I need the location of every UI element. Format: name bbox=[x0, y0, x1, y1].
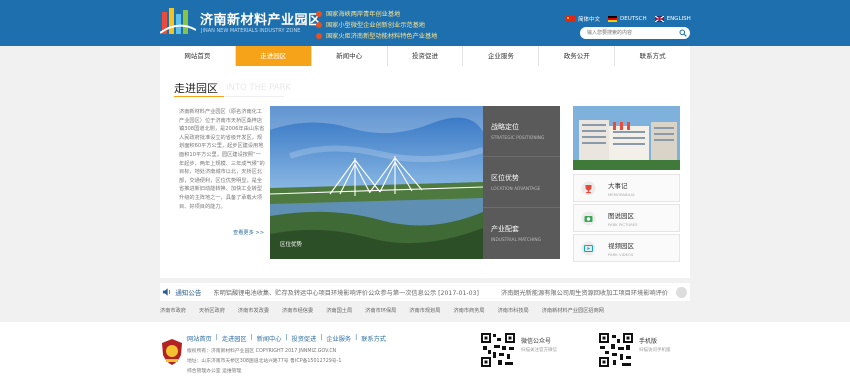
footer-separator: | bbox=[215, 334, 218, 341]
park-thumbnail[interactable] bbox=[573, 106, 680, 170]
search-input[interactable] bbox=[580, 27, 690, 39]
nav-into-park[interactable]: 走进园区 bbox=[235, 46, 312, 66]
brand-name-en: JINAN NEW MATERIALS INDUSTRY ZONE bbox=[201, 28, 301, 34]
slogan-item: 国家海峡两岸青年创业基地 bbox=[316, 8, 437, 19]
bullet-icon bbox=[316, 32, 322, 39]
footer-link[interactable]: 网站首页 bbox=[187, 334, 212, 343]
friend-link[interactable]: 济南市发改委 bbox=[238, 307, 269, 314]
tab-location-advantage[interactable]: 区位优势 LOCATION ADVANTAGE bbox=[483, 157, 560, 208]
tab-industrial-matching[interactable]: 产业配套 INDUSTRIAL MATCHING bbox=[483, 208, 560, 259]
intro-tabs: 战略定位 STRATEGIC POSITIONING 区位优势 LOCATION… bbox=[483, 106, 560, 259]
speaker-icon bbox=[162, 288, 171, 296]
nav-government[interactable]: 政务公开 bbox=[539, 46, 616, 66]
quick-links: 大事记 MEMORABILIA 图说园区 PARK PICTURES 视频园区 PAR… bbox=[573, 174, 680, 264]
friend-link[interactable]: 天桥区政府 bbox=[199, 307, 225, 314]
trophy-icon bbox=[581, 181, 596, 195]
footer-separator: | bbox=[285, 334, 288, 341]
card-park-pictures[interactable]: 图说园区 PARK PICTURES bbox=[573, 204, 680, 232]
friend-link[interactable]: 济南市商务局 bbox=[453, 307, 484, 314]
notice-item[interactable]: 济南朗光新能源有限公司周生资源回收加工项目环境影响评价 bbox=[501, 288, 668, 297]
more-link[interactable]: 查看更多 >> bbox=[233, 229, 264, 236]
camera-icon bbox=[581, 211, 596, 225]
footer-separator: | bbox=[355, 334, 358, 341]
friend-link[interactable]: 济南国土局 bbox=[326, 307, 352, 314]
footer-nav: 网站首页 | 走进园区 | 新闻中心 | 投资促进 | 企业服务 | 联系方式 bbox=[187, 334, 390, 343]
nav-contact[interactable]: 联系方式 bbox=[615, 46, 690, 66]
friend-link[interactable]: 济南市政府 bbox=[160, 307, 186, 314]
slogan-item: 国家火炬济南新型功能材料特色产业基地 bbox=[316, 30, 437, 41]
card-park-videos[interactable]: 视频园区 PARK VIDEOS bbox=[573, 234, 680, 262]
footer-separator: | bbox=[250, 334, 253, 341]
bullet-icon bbox=[316, 10, 322, 17]
search-icon[interactable] bbox=[679, 29, 687, 37]
nav-investment[interactable]: 投资促进 bbox=[388, 46, 464, 66]
site-footer: 网站首页 | 走进园区 | 新闻中心 | 投资促进 | 企业服务 | 联系方式 … bbox=[0, 322, 850, 379]
germany-flag-icon bbox=[608, 16, 618, 22]
nav-home[interactable]: 网站首页 bbox=[160, 46, 236, 66]
site-header: 济南新材料产业园区 JINAN NEW MATERIALS INDUSTRY Z… bbox=[0, 0, 850, 46]
footer-admin: 综合管理办公室 运维管理 bbox=[187, 369, 242, 374]
into-park-section: 走进园区 INTO THE PARK 济南新材料产业园区（原名济南化工产业园区）… bbox=[160, 66, 690, 278]
video-icon bbox=[581, 241, 596, 255]
card-memorabilia[interactable]: 大事记 MEMORABILIA bbox=[573, 174, 680, 202]
slogan-list: 国家海峡两岸青年创业基地 国家小型微型企业创新创业示范基地 国家火炬济南新型功能… bbox=[316, 8, 437, 41]
slogan-item: 国家小型微型企业创新创业示范基地 bbox=[316, 19, 437, 30]
brand-name[interactable]: 济南新材料产业园区 bbox=[200, 9, 322, 28]
wechat-qr-title: 微信公众号 bbox=[521, 338, 552, 345]
notice-label: 通知公告 bbox=[175, 289, 202, 297]
footer-link[interactable]: 新闻中心 bbox=[257, 334, 282, 343]
friend-links: 济南市政府 天桥区政府 济南市发改委 济南市经信委 济南国土局 济南市环保局 济… bbox=[160, 307, 690, 314]
lang-german[interactable]: DEUTSCH bbox=[608, 15, 647, 23]
footer-separator: | bbox=[320, 334, 323, 341]
mobile-qr-subtitle: 扫描访问手机版 bbox=[639, 348, 671, 353]
section-title: 走进园区 bbox=[174, 82, 218, 95]
footer-link[interactable]: 走进园区 bbox=[222, 334, 247, 343]
notice-scroll-button[interactable] bbox=[676, 287, 687, 298]
lang-english[interactable]: ENGLISH bbox=[654, 15, 691, 23]
tab-strategic-positioning[interactable]: 战略定位 STRATEGIC POSITIONING bbox=[483, 106, 560, 157]
notice-item[interactable]: 东明铝酸锂电池收集、贮存及转运中心项目环境影响评价公众参与第一次信息公示 [20… bbox=[213, 288, 479, 297]
mobile-qr-title: 手机版 bbox=[639, 338, 658, 345]
friend-link[interactable]: 济南市科技局 bbox=[498, 307, 529, 314]
main-nav: 网站首页 走进园区 新闻中心 投资促进 企业服务 政务公开 联系方式 bbox=[160, 46, 690, 66]
friend-link[interactable]: 济南市规划局 bbox=[409, 307, 440, 314]
mobile-qr-code bbox=[598, 332, 634, 368]
uk-flag-icon bbox=[654, 16, 664, 22]
park-logo-icon[interactable] bbox=[160, 6, 196, 36]
wechat-qr-subtitle: 扫描关注官方微信 bbox=[521, 348, 557, 353]
nav-services[interactable]: 企业服务 bbox=[463, 46, 540, 66]
park-photo[interactable] bbox=[270, 106, 483, 259]
footer-link[interactable]: 企业服务 bbox=[326, 334, 351, 343]
friend-link[interactable]: 济南市经信委 bbox=[282, 307, 313, 314]
lang-chinese[interactable]: 简体中文 bbox=[566, 15, 600, 23]
nav-news[interactable]: 新闻中心 bbox=[312, 46, 388, 66]
footer-link[interactable]: 联系方式 bbox=[361, 334, 386, 343]
police-badge-icon[interactable] bbox=[160, 338, 184, 366]
language-switcher: 简体中文 DEUTSCH ENGLISH bbox=[566, 15, 691, 23]
section-subtitle: INTO THE PARK bbox=[226, 83, 291, 93]
friend-link[interactable]: 济南新材料产业园区招商网 bbox=[542, 307, 604, 314]
wechat-qr-code bbox=[480, 332, 516, 368]
footer-copyright: 版权所有：济南新材料产业园区 COPYRIGHT 2017 JNNMIZ.GOV… bbox=[187, 349, 337, 354]
bullet-icon bbox=[316, 21, 322, 28]
section-divider bbox=[174, 96, 284, 97]
footer-address: 地址：山东济南市天桥区308国道北站兴路77号 鲁ICP备15012729号-1 bbox=[187, 359, 342, 364]
intro-text: 济南新材料产业园区（原名济南化工产业园区）位于济南市天桥区桑梓店镇308国道北侧… bbox=[179, 109, 265, 210]
photo-caption: 区位优势 bbox=[280, 242, 303, 248]
friend-link[interactable]: 济南市环保局 bbox=[365, 307, 396, 314]
china-flag-icon bbox=[566, 16, 575, 22]
footer-link[interactable]: 投资促进 bbox=[292, 334, 317, 343]
notice-bar: 通知公告 东明铝酸锂电池收集、贮存及转运中心项目环境影响评价公众参与第一次信息公… bbox=[160, 283, 690, 301]
